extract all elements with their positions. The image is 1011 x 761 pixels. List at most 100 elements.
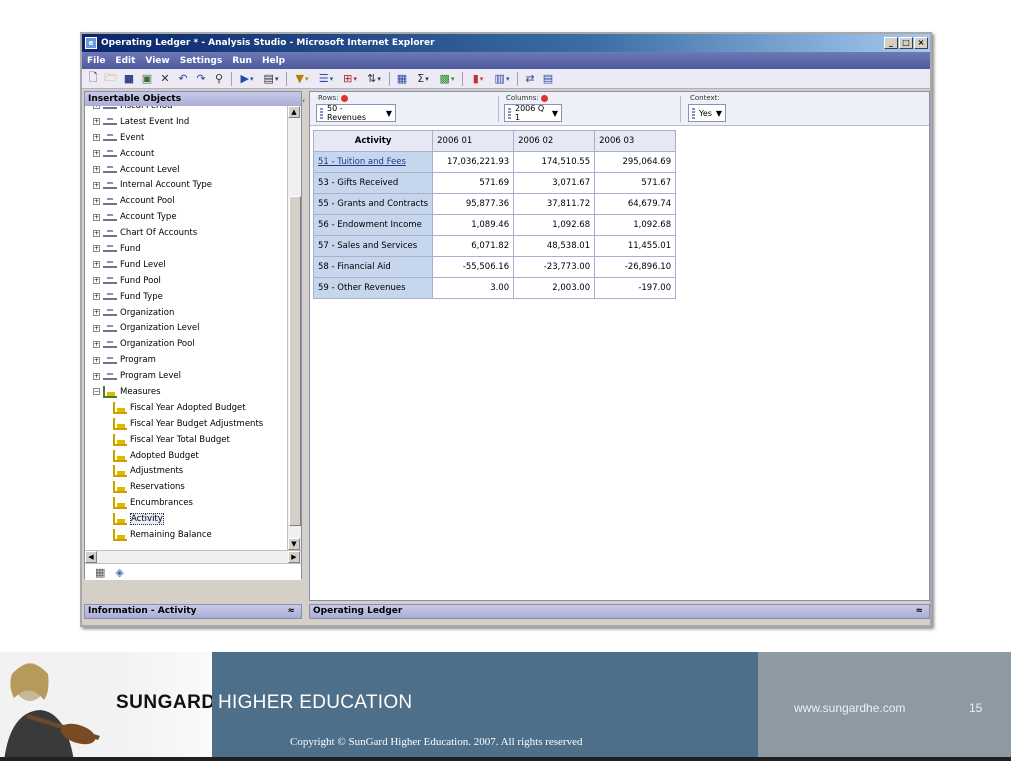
tree-horizontal-scrollbar[interactable]: ◀ ▶ [85,550,301,563]
scroll-thumb[interactable] [289,196,301,526]
delete-icon[interactable]: ✕ [157,71,173,87]
expand-icon[interactable]: + [93,134,100,142]
expand-icon[interactable]: + [93,293,100,301]
expand-icon[interactable]: + [93,309,100,317]
expand-icon[interactable]: + [93,150,100,158]
tree-item[interactable]: + Organization [85,305,288,321]
expand-icon[interactable]: + [93,229,100,237]
delete-columns-icon[interactable] [540,94,548,102]
column-header[interactable]: 2006 03 [594,130,677,152]
sum-icon[interactable]: Σ [412,71,434,87]
tree-item[interactable]: + Organization Pool [85,336,288,352]
close-button[interactable]: × [914,37,928,49]
scroll-right-icon[interactable]: ▶ [288,551,300,563]
scroll-left-icon[interactable]: ◀ [85,551,97,563]
menu-help[interactable]: Help [262,56,285,66]
operating-ledger-bar[interactable]: Operating Ledger ≈ [309,604,930,619]
rank-icon[interactable]: ▦ [394,71,410,87]
new-icon[interactable]: 🗋 [85,71,101,87]
chart-type-icon[interactable]: ▥ [491,71,513,87]
expand-icon[interactable]: + [93,166,100,173]
source-tab-icon[interactable]: ▦ [95,566,105,579]
column-header[interactable]: 2006 02 [513,130,596,152]
expand-icon[interactable]: + [93,324,100,332]
tree-item[interactable]: + Fiscal Period [85,106,288,114]
tree-item[interactable]: + Account Level [85,162,288,178]
dropdown-arrow-icon[interactable]: ▼ [386,109,392,118]
tree-item[interactable]: + Account [85,146,288,162]
expand-icon[interactable]: + [93,245,100,253]
tree-item[interactable]: Fiscal Year Adopted Budget [85,400,288,416]
menu-settings[interactable]: Settings [180,56,222,66]
tree-item[interactable]: + Fund Level [85,257,288,273]
tree-vertical-scrollbar[interactable]: ▲ ▼ [287,106,301,550]
menu-file[interactable]: File [87,56,105,66]
maximize-button[interactable]: □ [899,37,913,49]
expand-icon[interactable]: + [93,356,100,364]
tree-item[interactable]: + Latest Event Ind [85,114,288,130]
row-header[interactable]: 57 - Sales and Services [312,235,434,257]
tree-item[interactable]: + Chart Of Accounts [85,225,288,241]
save-icon[interactable]: ■ [121,71,137,87]
undo-icon[interactable]: ↶ [175,71,191,87]
tree-item[interactable]: − Measures [85,384,288,400]
tree-item[interactable]: + Account Pool [85,193,288,209]
crosstab-corner[interactable]: Activity [312,130,434,152]
row-header[interactable]: 55 - Grants and Contracts [312,193,434,215]
expand-icon[interactable]: + [93,197,100,205]
tree-item[interactable]: + Organization Level [85,320,288,336]
open-icon[interactable]: 🗁 [103,71,119,87]
row-header[interactable]: 58 - Financial Aid [312,256,434,278]
calc-icon[interactable]: ⊞ [339,71,361,87]
tree-item[interactable]: + Internal Account Type [85,177,288,193]
expand-icon[interactable]: + [93,261,100,269]
expand-chevron-icon[interactable]: ≈ [915,605,923,618]
dropdown-arrow-icon[interactable]: ▼ [552,109,558,118]
context-dropzone[interactable]: Yes ▼ [688,104,726,122]
find-icon[interactable]: ⚲ [211,71,227,87]
columns-dropzone[interactable]: 2006 Q 1 ▼ [504,104,562,122]
tree-item[interactable]: Fiscal Year Budget Adjustments [85,416,288,432]
tree-item[interactable]: Adjustments [85,463,288,479]
properties-icon[interactable]: ▤ [540,71,556,87]
information-panel-bar[interactable]: Information - Activity ≈ [84,604,302,619]
row-header[interactable]: 51 - Tuition and Fees [312,151,434,173]
expand-icon[interactable]: + [93,340,100,348]
tree-item[interactable]: + Program Level [85,368,288,384]
expand-icon[interactable]: + [93,181,100,189]
tree-item[interactable]: Reservations [85,479,288,495]
dropdown-arrow-icon[interactable]: ▼ [716,109,722,118]
tree-item[interactable]: + Program [85,352,288,368]
tree-item[interactable]: Activity [85,511,288,527]
rows-dropzone[interactable]: 50 - Revenues ▼ [316,104,396,122]
menu-edit[interactable]: Edit [115,56,135,66]
explore-icon[interactable]: ▩ [436,71,458,87]
tree-item[interactable]: Fiscal Year Total Budget [85,432,288,448]
delete-rows-icon[interactable] [340,94,348,102]
collapse-pane-icon[interactable]: ‹ [302,96,305,105]
collapse-icon[interactable]: − [93,388,100,396]
tree-item[interactable]: + Fund [85,241,288,257]
expand-icon[interactable]: + [93,372,100,380]
menu-view[interactable]: View [145,56,169,66]
expand-icon[interactable]: + [93,106,100,110]
suppress-icon[interactable]: ☰ [315,71,337,87]
tree-item[interactable]: Encumbrances [85,495,288,511]
menu-run[interactable]: Run [232,56,252,66]
row-header-label[interactable]: 51 - Tuition and Fees [318,157,406,167]
tree-item[interactable]: Adopted Budget [85,448,288,464]
row-header[interactable]: 53 - Gifts Received [312,172,434,194]
cube-tab-icon[interactable]: ◈ [115,566,123,579]
tree-item[interactable]: + Fund Type [85,289,288,305]
tree-item[interactable]: + Event [85,130,288,146]
expand-icon[interactable]: + [93,118,100,126]
export-icon[interactable]: ▤ [260,71,282,87]
save-as-icon[interactable]: ▣ [139,71,155,87]
scroll-up-icon[interactable]: ▲ [288,106,300,118]
redo-icon[interactable]: ↷ [193,71,209,87]
filter-icon[interactable]: ▼ [291,71,313,87]
minimize-button[interactable]: _ [884,37,898,49]
expand-chevron-icon[interactable]: ≈ [287,605,295,618]
swap-icon[interactable]: ⇄ [522,71,538,87]
tree-item[interactable]: + Account Type [85,209,288,225]
